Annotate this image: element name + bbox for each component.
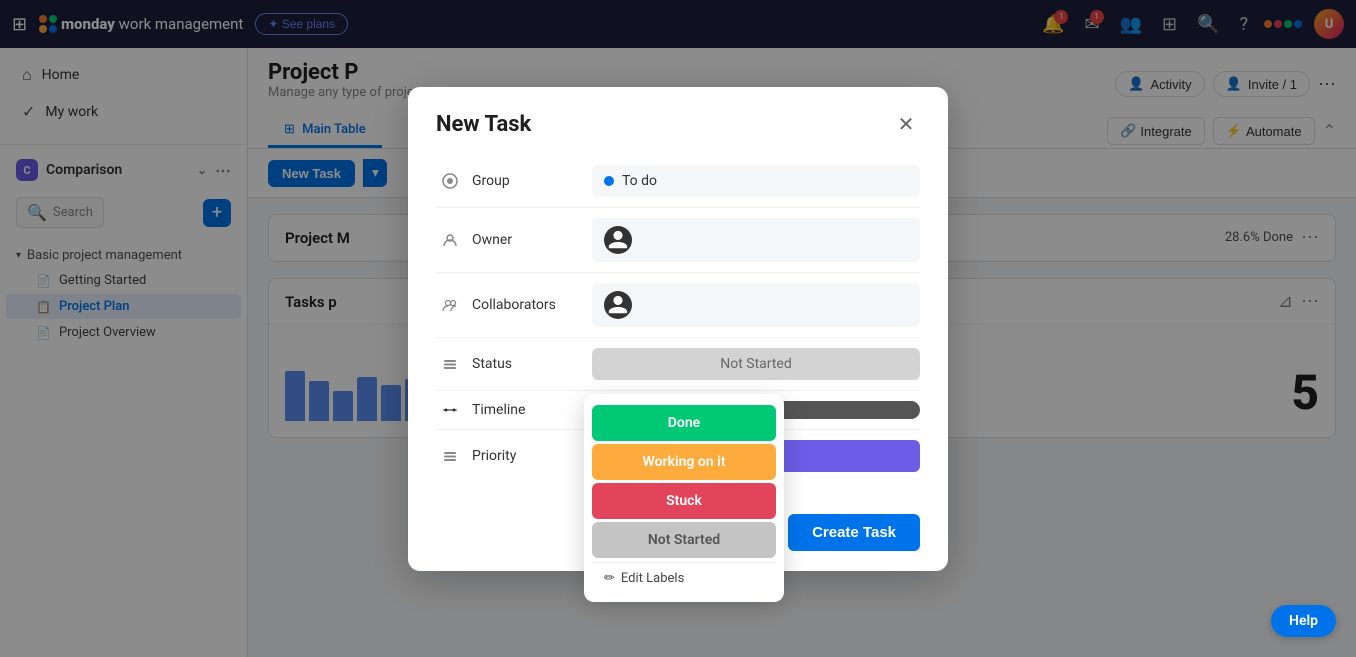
status-field-value[interactable]: Not Started	[592, 348, 920, 380]
modal-field-group: Group To do	[436, 155, 920, 208]
group-dot	[604, 176, 614, 186]
modal-field-status: Status Not Started Done Working on it St…	[436, 338, 920, 391]
status-value-text: Not Started	[720, 356, 792, 372]
status-option-done[interactable]: Done	[592, 405, 776, 441]
modal-body: Group To do Owner	[408, 155, 948, 506]
collaborators-field-icon	[436, 297, 464, 313]
priority-field-icon	[436, 448, 464, 464]
status-option-stuck[interactable]: Stuck	[592, 483, 776, 519]
modal-header: New Task ✕	[408, 87, 948, 155]
edit-labels-text: Edit Labels	[621, 571, 684, 586]
modal-field-collaborators: Collaborators	[436, 273, 920, 338]
modal-close-button[interactable]: ✕	[892, 111, 920, 139]
status-edit-labels[interactable]: ✏ Edit Labels	[592, 562, 776, 594]
collaborators-field-label: Collaborators	[472, 297, 592, 313]
timeline-field-icon	[436, 402, 464, 418]
status-field-label: Status	[472, 356, 592, 372]
owner-field-value[interactable]	[592, 218, 920, 262]
status-dropdown: Done Working on it Stuck Not Started ✏ E…	[584, 394, 784, 602]
owner-field-icon	[436, 232, 464, 248]
pencil-icon: ✏	[604, 571, 615, 586]
group-field-icon	[436, 173, 464, 189]
collaborators-avatar	[604, 291, 632, 319]
status-option-not-started[interactable]: Not Started	[592, 522, 776, 558]
create-task-button[interactable]: Create Task	[788, 514, 920, 551]
modal-overlay[interactable]: New Task ✕ Group To do Owner	[0, 0, 1356, 657]
new-task-modal: New Task ✕ Group To do Owner	[408, 87, 948, 571]
help-button[interactable]: Help	[1271, 605, 1336, 637]
priority-field-label: Priority	[472, 448, 592, 464]
group-field-label: Group	[472, 173, 592, 189]
collaborators-field-value[interactable]	[592, 283, 920, 327]
owner-field-label: Owner	[472, 232, 592, 248]
status-option-working[interactable]: Working on it	[592, 444, 776, 480]
owner-avatar	[604, 226, 632, 254]
group-value-text: To do	[622, 173, 657, 189]
modal-title: New Task	[436, 112, 531, 137]
group-field-value[interactable]: To do	[592, 165, 920, 197]
modal-field-owner: Owner	[436, 208, 920, 273]
status-field-icon	[436, 356, 464, 372]
timeline-field-label: Timeline	[472, 402, 592, 418]
